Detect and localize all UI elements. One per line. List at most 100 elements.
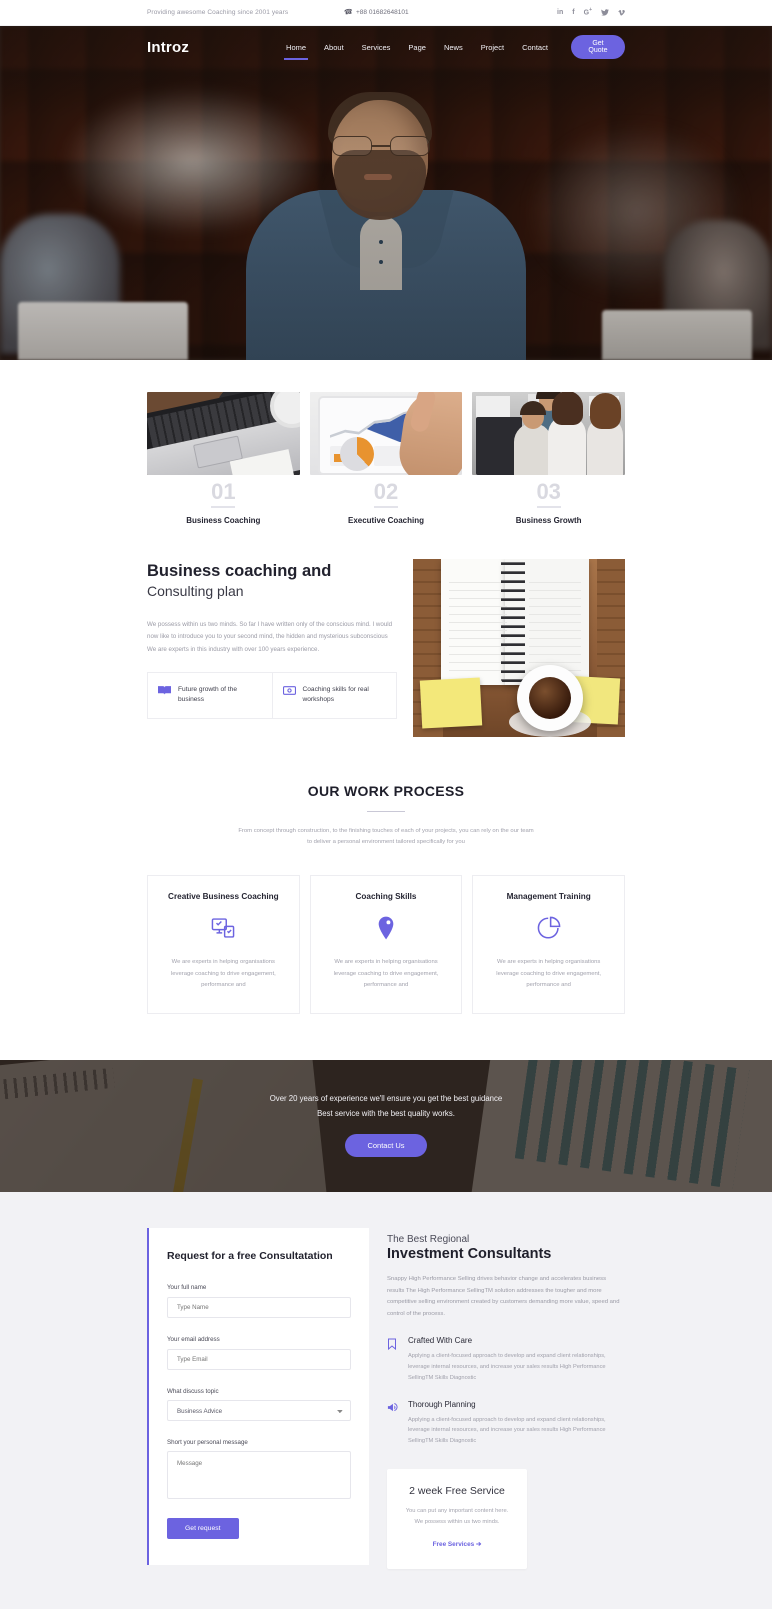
consultation-section: Request for a free Consultatation Your f… — [0, 1192, 772, 1609]
tablet-analytics-image — [309, 392, 463, 475]
service-text: We are experts in helping organisations … — [170, 959, 276, 988]
consultants-item-thorough-planning: Thorough Planning Applying a client-focu… — [387, 1400, 625, 1447]
feature-number: 02 — [373, 479, 399, 504]
consultants-title: Investment Consultants — [387, 1246, 552, 1263]
consultants-item-text: Applying a client-focused approach to de… — [408, 1416, 606, 1445]
notebook-coffee-image — [413, 558, 625, 737]
consultants-item-text: Applying a client-focused approach to de… — [408, 1353, 606, 1381]
logo-text-accent: z — [181, 38, 190, 56]
nav-link-page[interactable]: Page — [399, 39, 435, 56]
service-text: We are experts in helping organisations … — [333, 959, 439, 988]
service-title: Management Training — [506, 892, 591, 902]
promo-title: 2 week Free Service — [409, 1485, 505, 1498]
about-heading-light: Consulting plan — [147, 583, 244, 600]
nav-links: Home About Services Page News Project Co… — [277, 39, 557, 60]
presentation-board-icon — [282, 685, 296, 696]
topic-label: What discuss topic — [167, 1388, 219, 1396]
about-card-text: Future growth of the business — [178, 685, 238, 704]
nav-link-project[interactable]: Project — [472, 39, 513, 56]
phone-number-text: +88 01682648101 — [355, 8, 409, 16]
landing-page: Providing awesome Coaching since 2001 ye… — [0, 0, 772, 1609]
about-highlight-cards: Future growth of the business Coaching s… — [147, 671, 397, 720]
site-logo[interactable]: Introz — [147, 39, 189, 56]
cta-banner: Over 20 years of experience we'll ensure… — [0, 1060, 772, 1193]
full-name-input[interactable] — [167, 1297, 351, 1319]
team-at-computer-image — [472, 392, 626, 475]
topic-select[interactable]: Business Advice — [167, 1400, 351, 1422]
section-title: OUR WORK PROCESS — [307, 782, 465, 799]
full-name-label: Your full name — [167, 1284, 207, 1292]
feature-card-03[interactable]: 03 Business Growth — [472, 392, 626, 525]
nav-link-home[interactable]: Home — [277, 39, 315, 60]
consultation-form: Request for a free Consultatation Your f… — [147, 1228, 369, 1566]
feature-cards-section: 01 Business Coaching 02 Executive Coachi… — [0, 360, 772, 531]
service-card-creative-business-coaching[interactable]: Creative Business Coaching We are expert… — [147, 875, 300, 1015]
twitter-icon[interactable] — [601, 9, 609, 16]
service-card-coaching-skills[interactable]: Coaching Skills We are experts in helpin… — [309, 875, 463, 1015]
megaphone-icon — [387, 1400, 399, 1447]
promo-text: You can put any important content here. … — [405, 1508, 509, 1525]
logo-text-primary: Intro — [147, 38, 182, 56]
service-title: Coaching Skills — [355, 892, 417, 902]
free-services-link[interactable]: Free Services ➔ — [433, 1540, 482, 1548]
about-card-growth[interactable]: Future growth of the business — [148, 673, 272, 719]
consultants-item-crafted-with-care: Crafted With Care Applying a client-focu… — [387, 1336, 625, 1383]
linkedin-icon[interactable]: in — [557, 9, 563, 16]
get-request-button[interactable]: Get request — [167, 1518, 239, 1540]
work-process-section: OUR WORK PROCESS From concept through co… — [0, 737, 772, 1015]
hero-banner: Introz Home About Services Page News Pro… — [0, 26, 772, 360]
feature-number: 01 — [211, 479, 236, 504]
feature-card-02[interactable]: 02 Executive Coaching — [309, 392, 463, 525]
top-bar: Providing awesome Coaching since 2001 ye… — [0, 0, 772, 26]
cta-line-1: Over 20 years of experience we'll ensure… — [269, 1094, 503, 1104]
promo-card: 2 week Free Service You can put any impo… — [387, 1469, 527, 1569]
social-links: in f G+ — [557, 8, 625, 17]
nav-link-contact[interactable]: Contact — [513, 39, 557, 56]
vimeo-icon[interactable] — [618, 9, 625, 16]
consultants-item-title: Thorough Planning — [408, 1399, 476, 1409]
section-subtitle: From concept through construction, to th… — [238, 828, 534, 845]
location-pin-icon — [373, 915, 399, 941]
service-title: Creative Business Coaching — [168, 892, 279, 902]
cta-line-2: Best service with the best quality works… — [317, 1108, 455, 1118]
pie-chart-icon — [536, 915, 562, 941]
feature-title: Business Coaching — [186, 515, 261, 525]
bookmark-icon — [387, 1336, 399, 1383]
nav-link-services[interactable]: Services — [353, 39, 400, 56]
nav-link-about[interactable]: About — [315, 39, 353, 56]
feature-card-01[interactable]: 01 Business Coaching — [147, 392, 300, 525]
feature-title: Business Growth — [515, 515, 582, 525]
about-card-skills[interactable]: Coaching skills for real workshops — [271, 672, 397, 719]
email-label: Your email address — [167, 1336, 220, 1344]
email-input[interactable] — [167, 1349, 351, 1371]
feature-divider — [536, 506, 561, 508]
service-text: We are experts in helping organisations … — [496, 959, 602, 988]
about-card-text: Coaching skills for real workshops — [302, 685, 369, 704]
phone-icon: ☎ — [343, 8, 354, 18]
about-heading-bold: Business coaching and — [147, 561, 332, 580]
consultants-item-title: Crafted With Care — [408, 1336, 473, 1346]
devices-checklist-icon — [210, 915, 236, 941]
facebook-icon[interactable]: f — [572, 9, 574, 16]
feature-divider — [211, 506, 236, 508]
about-section: Business coaching and Consulting plan We… — [0, 531, 772, 737]
feature-title: Executive Coaching — [347, 515, 425, 525]
title-divider — [367, 810, 405, 813]
feature-number: 03 — [536, 479, 561, 504]
nav-link-news[interactable]: News — [435, 39, 472, 56]
form-title: Request for a free Consultatation — [167, 1250, 333, 1263]
service-cards: Creative Business Coaching We are expert… — [147, 875, 626, 1015]
open-book-icon — [158, 685, 171, 696]
main-navigation: Introz Home About Services Page News Pro… — [0, 26, 772, 68]
contact-us-button[interactable]: Contact Us — [345, 1133, 427, 1157]
phone-number[interactable]: ☎ +88 01682648101 — [343, 8, 409, 18]
message-textarea[interactable] — [167, 1451, 351, 1500]
consultants-eyebrow: The Best Regional — [387, 1234, 470, 1246]
get-quote-button[interactable]: Get Quote — [570, 35, 625, 59]
service-card-management-training[interactable]: Management Training We are experts in he… — [472, 875, 626, 1015]
about-paragraph: We possess within us two minds. So far I… — [147, 621, 393, 653]
message-label: Short your personal message — [167, 1439, 248, 1447]
tagline-text: Providing awesome Coaching since 2001 ye… — [147, 8, 289, 16]
laptop-on-desk-image — [147, 392, 300, 475]
google-plus-icon[interactable]: G+ — [584, 8, 592, 17]
